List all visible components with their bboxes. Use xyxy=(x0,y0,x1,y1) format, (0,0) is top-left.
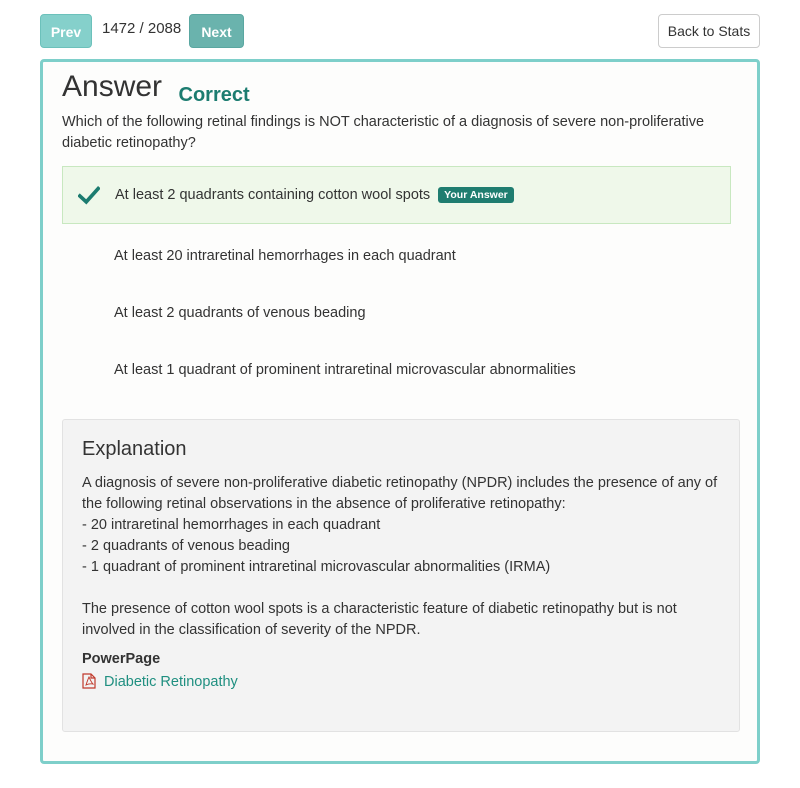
pdf-file-icon xyxy=(82,673,96,689)
answer-option[interactable]: At least 2 quadrants of venous beading xyxy=(62,284,731,342)
explanation-heading: Explanation xyxy=(82,438,187,460)
explanation-panel: Explanation A diagnosis of severe non-pr… xyxy=(62,419,740,732)
powerpage-link-text[interactable]: Diabetic Retinopathy xyxy=(104,674,238,690)
explanation-line: - 1 quadrant of prominent intraretinal m… xyxy=(82,559,551,575)
answer-option-selected[interactable]: At least 2 quadrants containing cotton w… xyxy=(62,166,731,224)
explanation-line: - 20 intraretinal hemorrhages in each qu… xyxy=(82,517,381,533)
answer-option[interactable]: At least 20 intraretinal hemorrhages in … xyxy=(62,227,731,285)
answer-title: Answer xyxy=(62,70,163,103)
explanation-paragraph: The presence of cotton wool spots is a c… xyxy=(82,601,677,638)
powerpage-link[interactable]: Diabetic Retinopathy xyxy=(82,673,238,690)
result-status: Correct xyxy=(178,84,250,106)
explanation-line: - 2 quadrants of venous beading xyxy=(82,538,290,554)
navigation-bar: Prev 1472 / 2088 Next Back to Stats xyxy=(40,14,760,48)
answer-option-text: At least 2 quadrants containing cotton w… xyxy=(115,187,431,203)
answer-option-label: At least 20 intraretinal hemorrhages in … xyxy=(114,248,456,264)
back-to-stats-button[interactable]: Back to Stats xyxy=(658,14,760,48)
answer-option-label: At least 2 quadrants containing cotton w… xyxy=(115,187,514,203)
powerpage-label: PowerPage xyxy=(82,651,161,667)
answer-card: Answer Correct Which of the following re… xyxy=(40,59,760,764)
prev-button[interactable]: Prev xyxy=(40,14,92,48)
answer-option-label: At least 2 quadrants of venous beading xyxy=(114,305,366,321)
next-button[interactable]: Next xyxy=(189,14,244,48)
question-counter: 1472 / 2088 xyxy=(102,20,182,37)
question-text: Which of the following retinal findings … xyxy=(62,114,705,151)
explanation-body: A diagnosis of severe non-proliferative … xyxy=(82,473,722,641)
explanation-line: A diagnosis of severe non-proliferative … xyxy=(82,475,718,512)
answer-option[interactable]: At least 1 quadrant of prominent intrare… xyxy=(62,341,731,399)
answer-option-label: At least 1 quadrant of prominent intrare… xyxy=(114,362,576,378)
your-answer-badge: Your Answer xyxy=(438,187,514,203)
answer-header: Answer Correct xyxy=(62,70,250,110)
check-icon xyxy=(78,185,100,205)
